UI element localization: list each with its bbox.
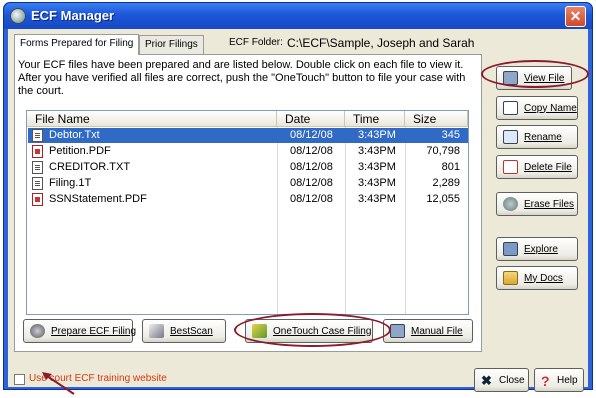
window-close-button[interactable]: ✕	[565, 6, 586, 27]
annotation-circle-view-file	[481, 60, 589, 88]
copy-icon	[503, 101, 518, 115]
column-header-size[interactable]: Size	[405, 111, 468, 127]
prepare-ecf-filing-button[interactable]: Prepare ECF Filing	[23, 319, 136, 343]
text-file-icon	[32, 129, 43, 142]
help-button[interactable]: ? Help	[534, 368, 584, 392]
erase-files-button[interactable]: Erase Files	[496, 192, 578, 216]
manual-file-icon	[390, 324, 405, 338]
tab-prior-filings[interactable]: Prior Filings	[139, 35, 204, 54]
erase-icon	[503, 197, 518, 211]
column-header-date[interactable]: Date	[277, 111, 345, 127]
rename-icon	[503, 130, 518, 144]
app-icon	[10, 8, 26, 24]
file-list[interactable]: File Name Date Time Size Debtor.Txt 08/1…	[26, 110, 469, 315]
annotation-circle-onetouch	[234, 313, 391, 347]
text-file-icon	[32, 177, 43, 190]
explore-button[interactable]: Explore	[496, 237, 578, 261]
folder-icon	[503, 271, 518, 285]
table-row[interactable]: CREDITOR.TXT 08/12/08 3:43PM 801	[28, 160, 468, 175]
manual-file-button[interactable]: Manual File	[383, 319, 473, 343]
table-row[interactable]: SSNStatement.PDF 08/12/08 3:43PM 12,055	[28, 192, 468, 207]
explore-icon	[503, 242, 518, 256]
help-icon: ?	[541, 373, 550, 389]
training-website-checkbox[interactable]	[14, 374, 25, 385]
table-row[interactable]: Filing.1T 08/12/08 3:43PM 2,289	[28, 176, 468, 191]
scanner-icon	[149, 324, 164, 338]
tab-forms-prepared[interactable]: Forms Prepared for Filing	[14, 34, 140, 55]
my-docs-button[interactable]: My Docs	[496, 266, 578, 290]
prepare-icon	[30, 324, 45, 338]
delete-file-icon	[503, 160, 518, 174]
pdf-file-icon	[32, 193, 43, 206]
table-row[interactable]: Petition.PDF 08/12/08 3:43PM 70,798	[28, 144, 468, 159]
rename-button[interactable]: Rename	[496, 125, 578, 149]
column-header-file-name[interactable]: File Name	[27, 111, 277, 127]
folder-path: C:\ECF\Sample, Joseph and Sarah	[287, 36, 475, 50]
instructions-text: Your ECF files have been prepared and ar…	[18, 59, 466, 97]
pdf-file-icon	[32, 145, 43, 158]
window-title: ECF Manager	[31, 8, 115, 23]
column-header-time[interactable]: Time	[345, 111, 405, 127]
delete-file-button[interactable]: Delete File	[496, 155, 578, 179]
table-row[interactable]: Debtor.Txt 08/12/08 3:43PM 345	[28, 128, 468, 143]
text-file-icon	[32, 161, 43, 174]
close-x-icon: ✖	[481, 373, 492, 388]
copy-name-button[interactable]: Copy Name	[496, 96, 578, 120]
bestscan-button[interactable]: BestScan	[142, 319, 226, 343]
close-button[interactable]: ✖ Close	[474, 368, 529, 392]
annotation-arrow-icon	[42, 372, 75, 395]
title-bar: ECF Manager ✕	[4, 3, 592, 29]
folder-label: ECF Folder:	[229, 37, 283, 48]
